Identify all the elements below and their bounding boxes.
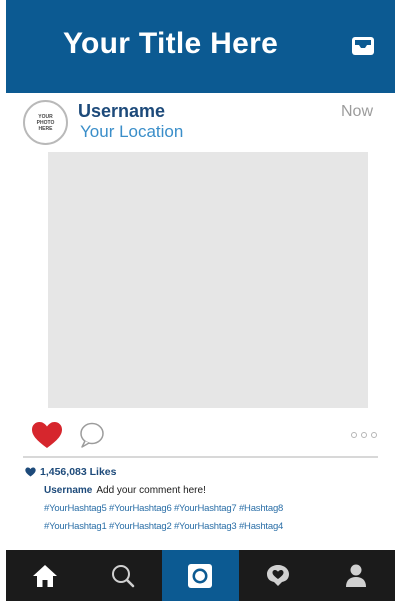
small-heart-icon (25, 467, 36, 477)
post-location[interactable]: Your Location (80, 122, 183, 142)
activity-icon[interactable] (239, 550, 317, 601)
more-dots-icon[interactable] (349, 428, 379, 440)
page-title: Your Title Here (62, 27, 279, 60)
avatar-placeholder-text: YOUR PHOTO HERE (36, 113, 55, 132)
hashtags-line[interactable]: #YourHashtag5 #YourHashtag6 #YourHashtag… (44, 500, 386, 518)
search-icon[interactable] (84, 550, 162, 601)
profile-icon[interactable] (317, 550, 395, 601)
app-header: Your Title Here (6, 0, 395, 93)
hashtags-line[interactable]: #YourHashtag1 #YourHashtag2 #YourHashtag… (44, 518, 386, 536)
caption: Username Add your comment here! (44, 485, 206, 496)
home-icon[interactable] (6, 550, 84, 601)
likes-row[interactable]: 1,456,083 Likes (25, 466, 116, 478)
post-username[interactable]: Username (78, 101, 165, 122)
camera-icon[interactable] (161, 550, 240, 601)
bottom-nav (6, 550, 395, 601)
caption-text: Add your comment here! (96, 485, 206, 496)
heart-icon[interactable] (31, 421, 63, 449)
divider (23, 456, 378, 458)
inbox-icon[interactable] (349, 32, 377, 60)
likes-count: 1,456,083 Likes (40, 466, 117, 478)
caption-username[interactable]: Username (44, 485, 92, 496)
comment-icon[interactable] (77, 421, 107, 449)
avatar[interactable]: YOUR PHOTO HERE (23, 100, 68, 145)
post-timestamp: Now (340, 103, 373, 120)
hashtags: #YourHashtag5 #YourHashtag6 #YourHashtag… (44, 500, 386, 536)
post-photo[interactable] (48, 152, 368, 408)
